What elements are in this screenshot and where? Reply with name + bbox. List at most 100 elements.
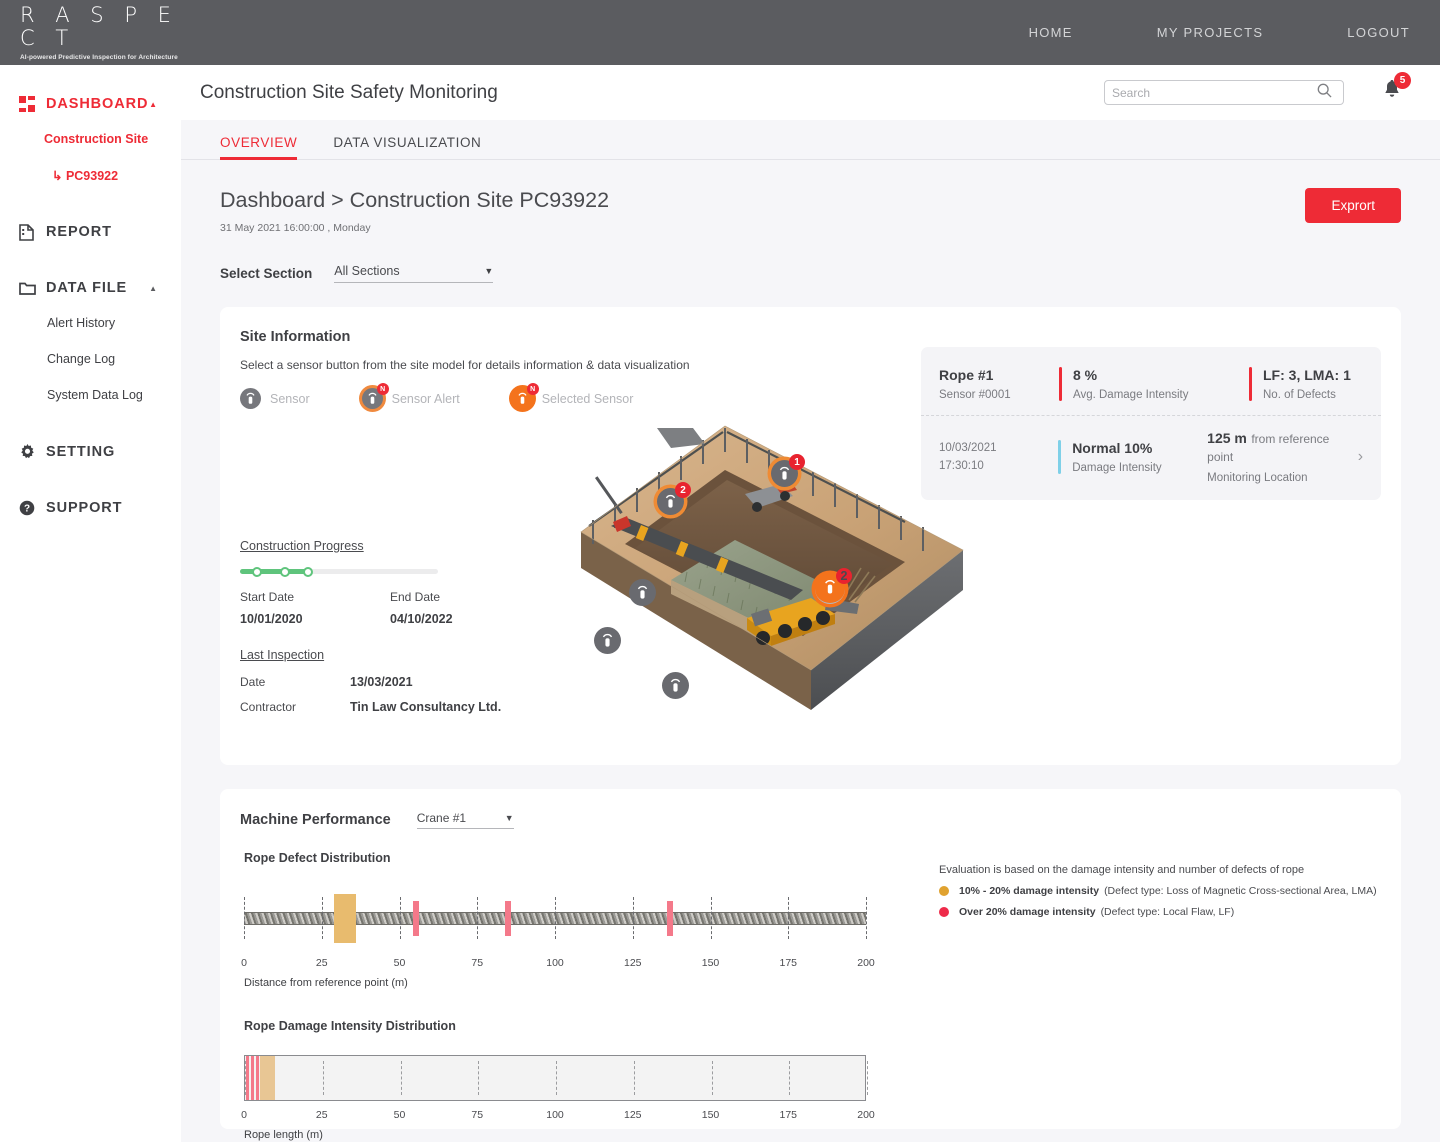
sidebar-item-setting[interactable]: SETTING xyxy=(0,435,181,469)
breadcrumb-row: Dashboard > Construction Site PC93922 31… xyxy=(220,160,1401,234)
chart-2-x-axis: 0255075100125150175200 xyxy=(244,1109,866,1125)
export-button[interactable]: Exprort xyxy=(1305,188,1401,223)
search-input[interactable] xyxy=(1112,86,1317,100)
intensity-segment[interactable] xyxy=(260,1056,275,1100)
gridline xyxy=(788,897,789,939)
gridline xyxy=(634,1061,635,1095)
monitoring-location-label: Monitoring Location xyxy=(1207,472,1358,484)
sensor-pin-3-selected[interactable]: 2 xyxy=(815,574,845,604)
defect-marker-lf[interactable] xyxy=(413,901,419,936)
sidebar-item-pc93922[interactable]: ↳ PC93922 xyxy=(0,157,181,193)
body-area: Dashboard > Construction Site PC93922 31… xyxy=(181,160,1440,1129)
axis-tick-label: 75 xyxy=(471,1109,483,1121)
tab-overview[interactable]: OVERVIEW xyxy=(220,135,297,159)
defect-marker-lf[interactable] xyxy=(505,901,511,936)
sidebar-item-support[interactable]: ? SUPPORT xyxy=(0,491,181,525)
brand-logo[interactable]: R A S P E C T AI-powered Predictive Insp… xyxy=(20,4,180,61)
gear-icon xyxy=(19,444,41,461)
axis-tick-label: 175 xyxy=(779,1109,797,1121)
sidebar-item-change-log[interactable]: Change Log xyxy=(0,341,181,377)
sensor-pin-5[interactable] xyxy=(594,627,621,654)
sidebar-item-report[interactable]: REPORT xyxy=(0,215,181,249)
chart-1-title: Rope Defect Distribution xyxy=(244,851,1381,865)
rope-sensor-id: Sensor #0001 xyxy=(939,389,1059,401)
rope-name: Rope #1 xyxy=(939,367,1059,383)
bell-icon xyxy=(1382,88,1402,105)
evaluation-note-title: Evaluation is based on the damage intens… xyxy=(939,864,1379,876)
section-select[interactable]: All Sections ▼ xyxy=(334,264,493,283)
section-filter-row: Select Section All Sections ▼ xyxy=(220,264,1401,283)
defect-marker-lf[interactable] xyxy=(667,901,673,936)
intensity-segment[interactable] xyxy=(256,1056,259,1100)
help-icon: ? xyxy=(19,500,41,516)
sidebar-group-dashboard: DASHBOARD ▲ Construction Site ↳ PC93922 xyxy=(0,87,181,193)
inspection-contractor-row: Contractor Tin Law Consultancy Ltd. xyxy=(240,700,540,714)
search-icon[interactable] xyxy=(1317,83,1332,103)
gridline xyxy=(789,1061,790,1095)
intensity-segment[interactable] xyxy=(251,1056,254,1100)
inspection-date-row: Date 13/03/2021 xyxy=(240,675,540,689)
select-section-label: Select Section xyxy=(220,266,312,281)
sensor-pin-6[interactable] xyxy=(662,672,689,699)
gridline xyxy=(400,897,401,939)
machine-performance-header: Machine Performance Crane #1 ▼ xyxy=(240,811,1381,829)
progress-milestone-3[interactable] xyxy=(303,567,313,577)
inspection-contractor-value: Tin Law Consultancy Ltd. xyxy=(350,700,501,714)
axis-tick-label: 200 xyxy=(857,957,875,969)
progress-milestone-2[interactable] xyxy=(280,567,290,577)
intensity-segment[interactable] xyxy=(246,1056,249,1100)
axis-tick-label: 175 xyxy=(779,957,797,969)
machine-select[interactable]: Crane #1 ▼ xyxy=(417,811,514,829)
notification-count: 5 xyxy=(1394,72,1411,89)
sensor-pin-1[interactable]: 1 xyxy=(771,460,798,487)
accent-bar-blue xyxy=(1058,440,1061,474)
gridline xyxy=(711,897,712,939)
legend-lma-bold: 10% - 20% damage intensity xyxy=(959,885,1099,897)
chevron-up-icon-data-file[interactable]: ▲ xyxy=(149,284,157,293)
legend-lf-detail: (Defect type: Local Flaw, LF) xyxy=(1101,906,1235,918)
accent-bar-red xyxy=(1059,367,1062,401)
chevron-right-icon[interactable]: › xyxy=(1358,448,1363,466)
site-information-title: Site Information xyxy=(240,329,1381,345)
sensor-pin-4[interactable] xyxy=(629,579,656,606)
defect-marker-lma[interactable] xyxy=(334,894,356,943)
chevron-up-icon[interactable]: ▲ xyxy=(149,100,157,109)
sidebar-item-alert-history[interactable]: Alert History xyxy=(0,305,181,341)
sidebar-group-support: ? SUPPORT xyxy=(0,491,181,525)
topnav-logout[interactable]: LOGOUT xyxy=(1347,25,1410,40)
axis-tick-label: 100 xyxy=(546,1109,564,1121)
rope-info-card[interactable]: Rope #1 Sensor #0001 8 % Avg. Damage Int… xyxy=(921,347,1381,500)
site-model[interactable]: 1 2 2 xyxy=(575,422,965,715)
search-box[interactable] xyxy=(1104,80,1344,105)
axis-tick-label: 50 xyxy=(394,1109,406,1121)
gridline xyxy=(866,897,867,939)
chart-1-x-label: Distance from reference point (m) xyxy=(244,977,1381,989)
construction-progress-bar[interactable] xyxy=(240,569,438,574)
sidebar-item-data-file-label: DATA FILE xyxy=(46,280,127,296)
progress-milestone-1[interactable] xyxy=(252,567,262,577)
axis-tick-label: 75 xyxy=(471,957,483,969)
legend-sensor-alert-label: Sensor Alert xyxy=(392,392,460,406)
sidebar-item-support-label: SUPPORT xyxy=(46,500,122,516)
legend-selected-sensor-label: Selected Sensor xyxy=(542,392,634,406)
topnav-my-projects[interactable]: MY PROJECTS xyxy=(1157,25,1264,40)
evaluation-legend-lf: Over 20% damage intensity (Defect type: … xyxy=(939,906,1379,918)
sidebar-item-dashboard[interactable]: DASHBOARD ▲ xyxy=(0,87,181,121)
legend-lf-bold: Over 20% damage intensity xyxy=(959,906,1096,918)
accent-bar-red-2 xyxy=(1249,367,1252,401)
axis-tick-label: 125 xyxy=(624,957,642,969)
breadcrumb[interactable]: Dashboard > Construction Site PC93922 xyxy=(220,188,609,213)
dashboard-icon xyxy=(19,96,41,112)
sidebar-item-setting-label: SETTING xyxy=(46,444,115,460)
sidebar-item-system-data-log[interactable]: System Data Log xyxy=(0,377,181,413)
sensor-pin-2[interactable]: 2 xyxy=(657,488,684,515)
sensor-pin-3-badge: 2 xyxy=(836,568,852,584)
legend-selected-sensor: N Selected Sensor xyxy=(512,388,634,409)
legend-alert-badge: N xyxy=(377,383,389,395)
tab-data-visualization[interactable]: DATA VISUALIZATION xyxy=(333,135,481,159)
legend-selected-badge: N xyxy=(527,383,539,395)
topnav-home[interactable]: HOME xyxy=(1029,25,1073,40)
notification-bell[interactable]: 5 xyxy=(1382,80,1402,106)
sidebar-item-construction-site[interactable]: Construction Site xyxy=(0,121,181,157)
sidebar-item-data-file[interactable]: DATA FILE ▲ xyxy=(0,271,181,305)
